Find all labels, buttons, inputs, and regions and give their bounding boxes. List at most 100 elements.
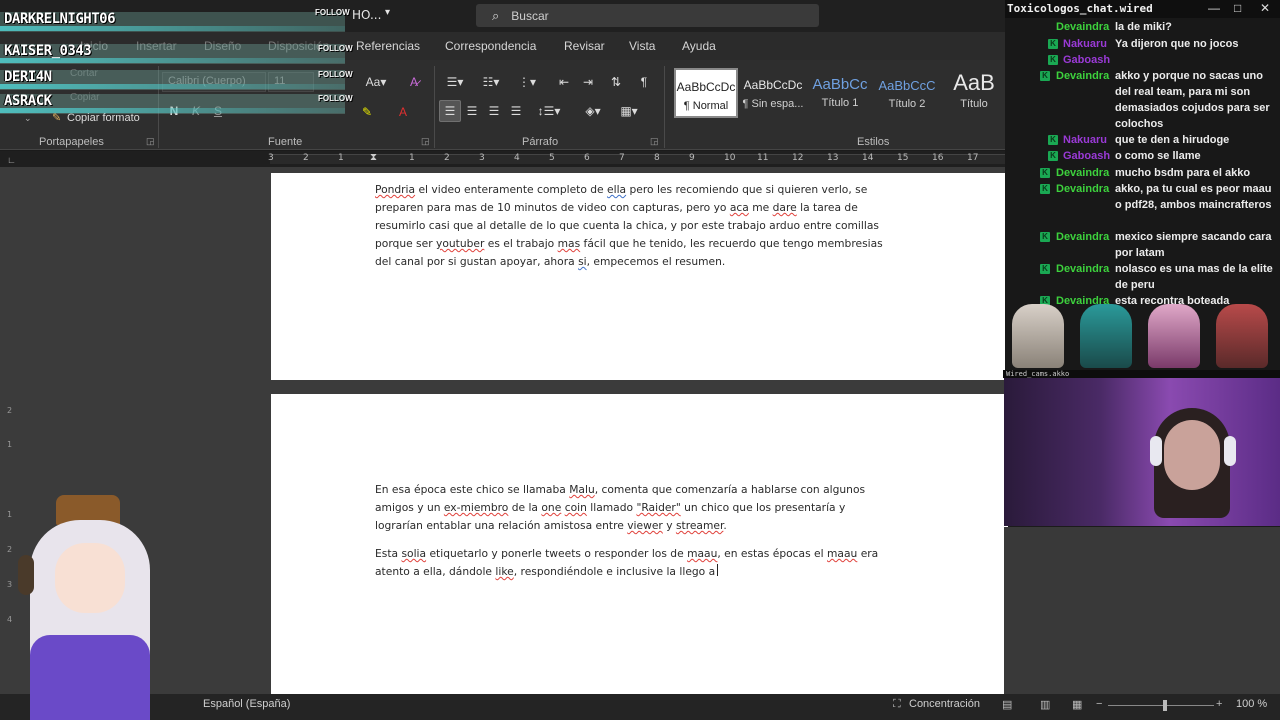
text-run: streamer — [675, 519, 724, 532]
chat-username[interactable]: Gaboash — [1063, 148, 1110, 164]
print-layout-icon[interactable]: ▥ — [1040, 698, 1050, 711]
headphone-left — [1150, 436, 1162, 466]
style-name: ¶ Sin espa... — [742, 98, 804, 110]
text-run: el video enteramente completo de — [415, 183, 608, 196]
chevron-down-icon[interactable]: ▾ — [385, 7, 390, 18]
tab-revisar[interactable]: Revisar — [564, 39, 605, 53]
paragraph-malu[interactable]: En esa época este chico se llamaba Malu,… — [375, 481, 905, 535]
text-run: maau — [827, 547, 858, 560]
align-center-icon[interactable]: ☰ — [462, 100, 482, 122]
language-indicator[interactable]: Español (España) — [203, 698, 290, 710]
zoom-level[interactable]: 100 % — [1236, 698, 1267, 710]
avatar — [1216, 304, 1268, 368]
vruler-number: 1 — [7, 440, 13, 449]
chat-username[interactable]: Devaindra — [1056, 165, 1109, 181]
style-heading-2[interactable]: AaBbCcC Título 2 — [875, 68, 939, 118]
chat-text: la de miki? — [1115, 21, 1172, 33]
style-heading-1[interactable]: AaBbCc Título 1 — [808, 68, 872, 118]
focus-icon[interactable]: ⛶ — [893, 698, 901, 711]
document-title[interactable]: HO... — [352, 8, 381, 22]
decrease-indent-icon[interactable]: ⇤ — [554, 72, 574, 92]
chat-username[interactable]: Nakuaru — [1063, 36, 1107, 52]
read-mode-icon[interactable]: ▤ — [1002, 698, 1012, 711]
follower-name: KAISER_0343 — [4, 43, 92, 59]
tab-selector-icon[interactable]: ∟ — [7, 155, 16, 165]
shading-icon[interactable]: ◈▾ — [578, 100, 608, 122]
highlight-icon[interactable]: ✎ — [356, 102, 378, 122]
style-no-spacing[interactable]: AaBbCcDc ¶ Sin espa... — [741, 68, 805, 118]
text-run: aca — [729, 201, 749, 214]
text-line: amigos y un ex-miembro de la one coin ll… — [375, 499, 905, 517]
zoom-slider-thumb[interactable] — [1163, 700, 1167, 711]
numbering-icon[interactable]: ☷▾ — [476, 72, 506, 92]
style-sample: AaBbCcDc — [676, 80, 736, 94]
change-case-icon[interactable]: Aa▾ — [364, 72, 388, 92]
increase-indent-icon[interactable]: ⇥ — [578, 72, 598, 92]
align-left-icon[interactable]: ☰ — [439, 100, 461, 122]
text-line: porque ser youtuber es el trabajo mas fá… — [375, 235, 905, 253]
indent-marker-icon[interactable]: ⧗ — [370, 152, 377, 163]
style-normal[interactable]: AaBbCcDc ¶ Normal — [674, 68, 738, 118]
dialog-launcher-icon[interactable]: ◲ — [146, 136, 155, 147]
uniform — [30, 635, 150, 720]
face — [55, 543, 125, 613]
text-run: viewer — [627, 519, 663, 532]
ruler-number: 10 — [724, 153, 736, 163]
document-page[interactable] — [271, 394, 1008, 694]
headphone-icon — [18, 555, 34, 595]
pilcrow-icon[interactable]: ¶ — [634, 72, 654, 92]
ruler-number: 2 — [444, 153, 450, 163]
style-title[interactable]: AaB Título — [942, 68, 1006, 118]
chat-username[interactable]: Devaindra — [1056, 181, 1109, 197]
chat-username[interactable]: Devaindra — [1056, 261, 1109, 277]
close-icon[interactable]: ✕ — [1260, 1, 1270, 15]
chat-username[interactable]: Devaindra — [1056, 229, 1109, 245]
zoom-slider[interactable] — [1108, 705, 1214, 706]
follower-name: DARKRELNIGHT06 — [4, 11, 116, 27]
align-right-icon[interactable]: ☰ — [484, 100, 504, 122]
tab-correspondencia[interactable]: Correspondencia — [445, 39, 536, 53]
tab-vista[interactable]: Vista — [629, 39, 655, 53]
tab-ayuda[interactable]: Ayuda — [682, 39, 716, 53]
chat-text: akko, pa tu cual es peor maau o pdf28, a… — [1115, 183, 1272, 211]
chat-username[interactable]: Nakuaru — [1063, 132, 1107, 148]
clear-format-icon[interactable]: A̷ — [404, 72, 424, 92]
dialog-launcher-icon[interactable]: ◲ — [650, 136, 659, 147]
paragraph-maau[interactable]: Esta solia etiquetarlo y ponerle tweets … — [375, 545, 905, 581]
text-line: preparen para mas de 10 minutos de video… — [375, 199, 905, 217]
justify-icon[interactable]: ☰ — [506, 100, 526, 122]
minimize-icon[interactable]: — — [1208, 1, 1220, 15]
headphone-right — [1224, 436, 1236, 466]
text-run: era — [857, 547, 879, 560]
chat-username[interactable]: Devaindra — [1056, 19, 1109, 35]
chevron-down-icon[interactable]: ⌄ — [24, 113, 32, 124]
font-color-icon[interactable]: A — [392, 102, 414, 122]
tab-referencias[interactable]: Referencias — [356, 39, 420, 53]
chat-username[interactable]: Devaindra — [1056, 68, 1109, 84]
chat-username[interactable]: Gaboash — [1063, 52, 1110, 68]
zoom-in-icon[interactable]: + — [1216, 698, 1222, 710]
ruler-number: 1 — [338, 153, 344, 163]
ruler-number: 3 — [479, 153, 485, 163]
vruler-number: 2 — [7, 406, 13, 415]
focus-mode-button[interactable]: Concentración — [909, 698, 980, 710]
paragraph-intro[interactable]: Pondria el video enteramente completo de… — [375, 181, 905, 271]
search-input[interactable]: ⌕ Buscar — [476, 4, 819, 27]
multilevel-list-icon[interactable]: ⋮▾ — [512, 72, 542, 92]
avatar — [1148, 304, 1200, 368]
follower-bar — [0, 58, 345, 63]
sort-icon[interactable]: ⇅ — [606, 72, 626, 92]
web-layout-icon[interactable]: ▦ — [1072, 698, 1082, 711]
borders-icon[interactable]: ▦▾ — [614, 100, 644, 122]
group-divider — [434, 66, 435, 148]
bullets-icon[interactable]: ☰▾ — [440, 72, 470, 92]
follower-name: ASRACK — [4, 93, 52, 109]
line-spacing-icon[interactable]: ↕☰▾ — [534, 100, 564, 122]
maximize-icon[interactable]: □ — [1234, 1, 1241, 15]
dialog-launcher-icon[interactable]: ◲ — [421, 136, 430, 147]
style-name: Título 1 — [821, 97, 859, 109]
style-sample: AaB — [953, 70, 995, 95]
text-run: , comenta que comenzaría a hablarse con … — [594, 483, 866, 496]
text-run: ella — [607, 183, 627, 196]
zoom-out-icon[interactable]: − — [1096, 698, 1102, 710]
